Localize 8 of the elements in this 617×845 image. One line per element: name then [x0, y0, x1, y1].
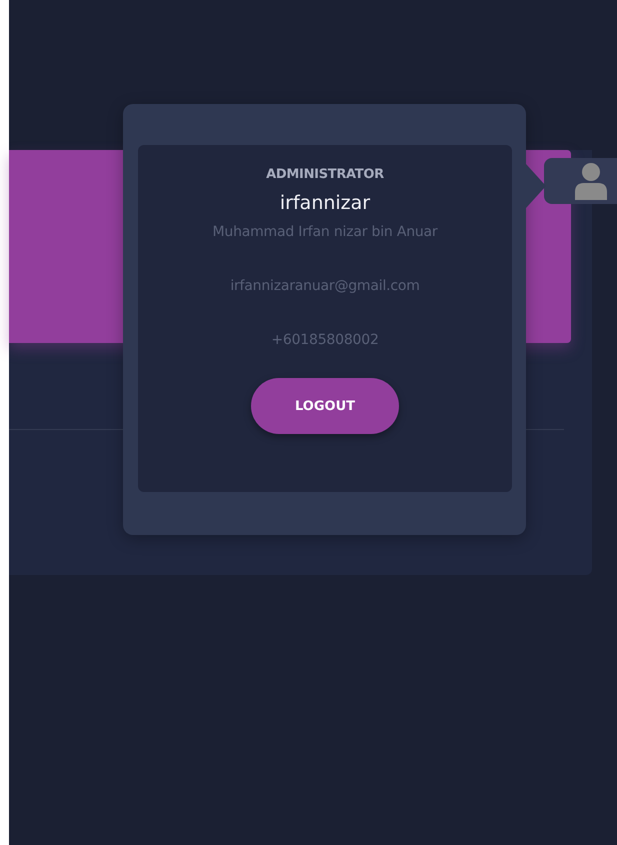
email-address: irfannizaranuar@gmail.com — [230, 278, 420, 294]
user-icon — [574, 162, 608, 200]
user-role: ADMINISTRATOR — [266, 167, 384, 182]
phone-number: +60185808002 — [271, 332, 379, 348]
logout-button[interactable]: LOGOUT — [251, 378, 399, 434]
full-name: Muhammad Irfan nizar bin Anuar — [212, 224, 438, 240]
username: irfannizar — [280, 192, 370, 214]
user-menu-button[interactable] — [544, 158, 617, 204]
